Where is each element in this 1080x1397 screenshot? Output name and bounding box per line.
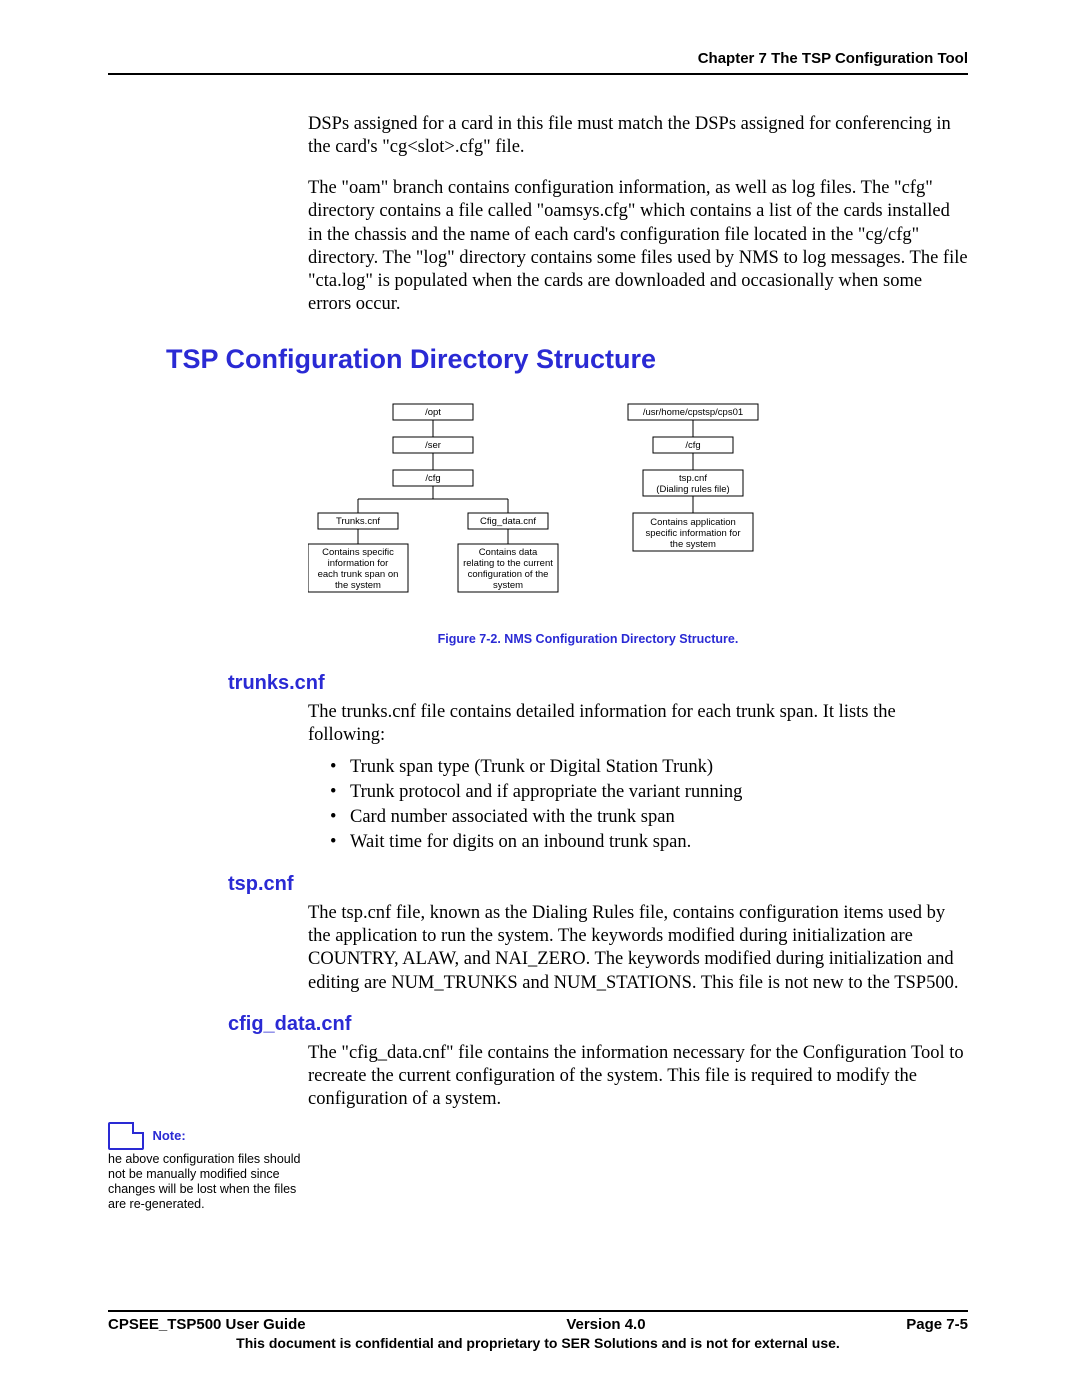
svg-text:Contains application: Contains application — [650, 517, 736, 528]
svg-text:relating to the current: relating to the current — [463, 558, 553, 569]
svg-text:/cfg: /cfg — [685, 440, 700, 451]
svg-text:the system: the system — [670, 539, 716, 550]
footer-page-number: Page 7-5 — [906, 1316, 968, 1333]
page-footer: CPSEE_TSP500 User Guide Version 4.0 Page… — [108, 1310, 968, 1351]
note-icon — [108, 1122, 144, 1150]
tsp-para: The tsp.cnf file, known as the Dialing R… — [308, 902, 968, 995]
intro-para-2: The "oam" branch contains configuration … — [308, 177, 968, 316]
trunks-para: The trunks.cnf file contains detailed in… — [308, 701, 968, 747]
trunks-heading: trunks.cnf — [228, 672, 968, 695]
directory-structure-diagram: /opt /ser /cfg Trunks.cnf Contains speci… — [308, 399, 838, 619]
svg-text:Trunks.cnf: Trunks.cnf — [336, 516, 380, 527]
footer-rule — [108, 1310, 968, 1312]
intro-para-1: DSPs assigned for a card in this file mu… — [308, 113, 968, 159]
svg-text:system: system — [493, 580, 523, 591]
svg-text:each trunk span on: each trunk span on — [318, 569, 399, 580]
list-item: Trunk protocol and if appropriate the va… — [330, 780, 968, 805]
svg-text:configuration of the: configuration of the — [468, 569, 549, 580]
tsp-heading: tsp.cnf — [228, 873, 968, 896]
list-item: Card number associated with the trunk sp… — [330, 805, 968, 830]
footer-doc-title: CPSEE_TSP500 User Guide — [108, 1316, 306, 1333]
section-heading: TSP Configuration Directory Structure — [166, 344, 968, 375]
svg-text:Contains data: Contains data — [479, 547, 538, 558]
header-rule — [108, 73, 968, 75]
list-item: Wait time for digits on an inbound trunk… — [330, 830, 968, 855]
svg-text:Contains specific: Contains specific — [322, 547, 394, 558]
cfig-heading: cfig_data.cnf — [228, 1013, 968, 1036]
svg-text:(Dialing rules file): (Dialing rules file) — [656, 484, 729, 495]
svg-text:tsp.cnf: tsp.cnf — [679, 473, 707, 484]
footer-version: Version 4.0 — [566, 1316, 645, 1333]
note-body: he above configuration files should not … — [108, 1152, 304, 1212]
list-item: Trunk span type (Trunk or Digital Statio… — [330, 755, 968, 780]
chapter-header: Chapter 7 The TSP Configuration Tool — [108, 50, 968, 67]
cfig-para: The "cfig_data.cnf" file contains the in… — [308, 1042, 968, 1111]
svg-text:/opt: /opt — [425, 407, 441, 418]
svg-text:/ser: /ser — [425, 440, 441, 451]
trunks-list: Trunk span type (Trunk or Digital Statio… — [330, 755, 968, 855]
svg-text:information for: information for — [328, 558, 389, 569]
margin-note: Note: he above configuration files shoul… — [108, 1122, 304, 1212]
note-label: Note: — [152, 1122, 185, 1150]
svg-text:Cfig_data.cnf: Cfig_data.cnf — [480, 516, 536, 527]
svg-text:the system: the system — [335, 580, 381, 591]
svg-text:specific information for: specific information for — [645, 528, 740, 539]
svg-text:/cfg: /cfg — [425, 473, 440, 484]
svg-text:/usr/home/cpstsp/cps01: /usr/home/cpstsp/cps01 — [643, 407, 743, 418]
figure-caption: Figure 7-2. NMS Configuration Directory … — [308, 632, 868, 646]
footer-confidential: This document is confidential and propri… — [108, 1335, 968, 1351]
